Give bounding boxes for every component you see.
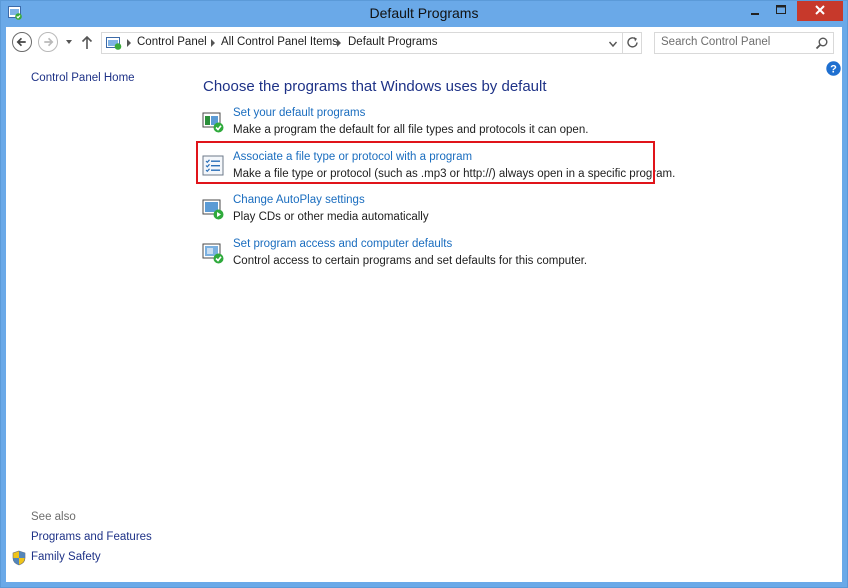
forward-arrow-icon (44, 37, 54, 47)
maximize-icon (776, 5, 786, 14)
task-description: Control access to certain programs and s… (233, 255, 588, 267)
default-programs-check-icon (202, 112, 224, 133)
change-autoplay-settings-link[interactable]: Change AutoPlay settings (233, 194, 365, 206)
control-panel-home-link[interactable]: Control Panel Home (31, 72, 135, 84)
control-panel-icon (106, 37, 122, 50)
task-program-access: Set program access and computer defaults… (202, 238, 672, 278)
see-also-label: See also (31, 511, 76, 523)
search-icon[interactable] (815, 36, 829, 50)
breadcrumb-separator-icon (337, 39, 341, 47)
breadcrumb-all-control-panel-items[interactable]: All Control Panel Items (221, 36, 338, 48)
svg-text:?: ? (830, 63, 837, 75)
programs-and-features-link[interactable]: Programs and Features (31, 531, 152, 543)
search-input[interactable]: Search Control Panel (661, 36, 770, 48)
set-default-programs-link[interactable]: Set your default programs (233, 107, 365, 119)
window: Default Programs Control Panel All Contr… (0, 0, 848, 588)
breadcrumb-control-panel[interactable]: Control Panel (137, 36, 207, 48)
page-title: Choose the programs that Windows uses by… (203, 78, 547, 95)
set-program-access-link[interactable]: Set program access and computer defaults (233, 238, 452, 250)
breadcrumb-separator-icon (127, 39, 131, 47)
breadcrumb-separator-icon (211, 39, 215, 47)
family-safety-link[interactable]: Family Safety (31, 551, 101, 563)
help-icon[interactable]: ? (826, 61, 841, 76)
autoplay-icon (202, 199, 224, 220)
minimize-button[interactable] (742, 1, 768, 21)
maximize-button[interactable] (768, 1, 794, 21)
refresh-button[interactable] (622, 33, 642, 53)
minimize-icon (751, 13, 759, 15)
navigation-bar: Control Panel All Control Panel Items De… (6, 27, 842, 59)
address-dropdown-chevron-icon[interactable] (608, 39, 618, 49)
task-description: Make a program the default for all file … (233, 124, 589, 136)
breadcrumb-default-programs[interactable]: Default Programs (348, 36, 437, 48)
title-bar[interactable]: Default Programs (1, 1, 847, 27)
highlight-annotation-box (196, 141, 655, 184)
back-arrow-icon (16, 37, 26, 47)
address-bar[interactable]: Control Panel All Control Panel Items De… (101, 32, 642, 54)
forward-button[interactable] (38, 32, 58, 52)
shield-icon (12, 550, 26, 566)
window-title: Default Programs (369, 5, 479, 21)
close-icon (815, 5, 825, 15)
back-button[interactable] (12, 32, 32, 52)
refresh-icon (627, 37, 638, 48)
client-area: Control Panel All Control Panel Items De… (6, 27, 842, 582)
search-box[interactable]: Search Control Panel (654, 32, 834, 54)
program-access-check-icon (202, 243, 224, 264)
up-arrow-icon[interactable] (80, 34, 94, 50)
task-change-autoplay: Change AutoPlay settings Play CDs or oth… (202, 194, 672, 234)
recent-locations-chevron-icon[interactable] (64, 37, 74, 47)
close-button[interactable] (797, 1, 843, 21)
task-description: Play CDs or other media automatically (233, 211, 429, 223)
